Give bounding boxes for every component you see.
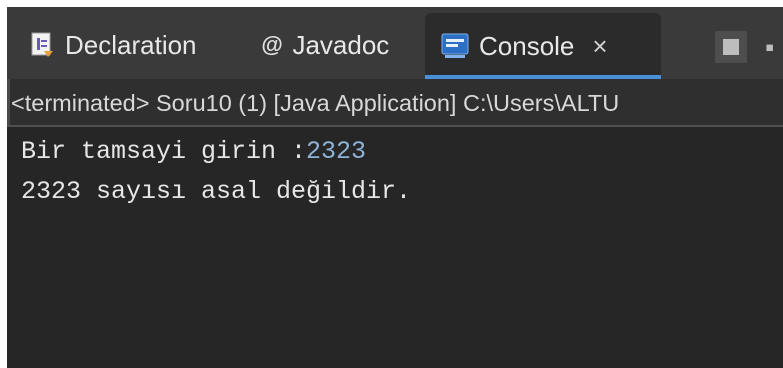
at-icon: @ — [261, 32, 283, 57]
minimize-icon — [723, 39, 739, 55]
tab-console[interactable]: Console × — [425, 13, 661, 79]
declaration-icon — [29, 31, 55, 59]
tab-declaration-label: Declaration — [65, 29, 197, 60]
maximize-icon[interactable]: ▪ — [765, 31, 783, 63]
tab-javadoc-label: Javadoc — [292, 29, 390, 60]
tab-console-label: Console — [479, 30, 575, 61]
console-icon — [441, 33, 469, 59]
process-status-line: <terminated> Soru10 (1) [Java Applicatio… — [11, 90, 620, 116]
minimize-view-button[interactable] — [715, 31, 747, 63]
console-view: Declaration @ Javadoc Console × ▪ <termi… — [7, 7, 783, 368]
console-output[interactable]: Bir tamsayi girin :2323 2323 sayısı asal… — [7, 125, 783, 368]
tab-javadoc[interactable]: @ Javadoc — [261, 15, 389, 75]
active-tab-indicator — [425, 75, 661, 79]
console-line: 2323 sayısı asal değildir. — [21, 177, 412, 206]
close-icon[interactable]: × — [592, 33, 607, 59]
console-prompt-text: Bir tamsayi girin : — [21, 137, 307, 166]
tab-bar: Declaration @ Javadoc Console × ▪ — [7, 7, 783, 79]
console-user-input: 2323 — [306, 137, 367, 166]
window-frame: Declaration @ Javadoc Console × ▪ <termi… — [0, 0, 783, 368]
console-line: Bir tamsayi girin :2323 — [21, 137, 366, 166]
tab-declaration[interactable]: Declaration — [29, 15, 197, 75]
